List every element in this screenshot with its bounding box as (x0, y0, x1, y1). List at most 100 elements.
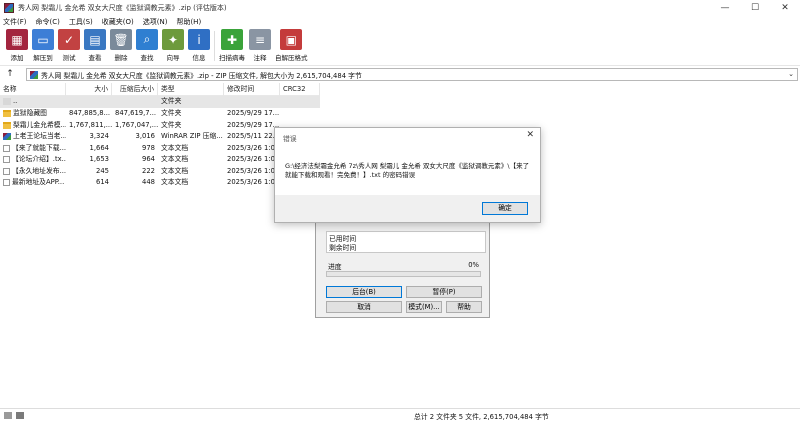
list-item[interactable]: 上老王论坛当老... 3,324 3,016 WinRAR ZIP 压缩... … (0, 131, 320, 143)
minimize-button[interactable]: — (710, 0, 740, 16)
test-button[interactable]: ✓ 测试 (58, 29, 80, 62)
error-dialog-close-icon[interactable]: ✕ (526, 130, 534, 140)
archive-icon (30, 70, 38, 79)
list-item[interactable]: 【永久地址发布... 245 222 文本文档 2025/3/26 1:0... (0, 166, 320, 178)
background-button[interactable]: 后台(B) (326, 286, 402, 298)
file-name: 梨霜儿金允希模... (13, 120, 66, 129)
menu-commands[interactable]: 命令(C) (36, 17, 60, 27)
menu-file[interactable]: 文件(F) (3, 17, 27, 27)
file-name: .. (13, 97, 18, 106)
file-name: 监狱隐藏图 (13, 109, 47, 118)
address-path-text: 秀人网 梨霜儿 金允希 双女大尺度《监狱调教元素》.zip - ZIP 压缩文件… (41, 71, 362, 80)
file-packed-size: 978 (142, 143, 155, 152)
file-name: 【永久地址发布... (12, 166, 66, 175)
column-packed-size[interactable]: 压缩后大小 (112, 83, 158, 96)
file-type: 文本文档 (161, 155, 189, 163)
file-size (66, 96, 112, 108)
progress-percent: 0% (468, 261, 479, 269)
list-item[interactable]: .. 文件夹 (0, 96, 320, 108)
error-message: G:\经济法梨霜金允希 7z\秀人网 梨霜儿 金允希 双女大尺度《监狱调教元素》… (285, 162, 530, 179)
help-button[interactable]: 帮助 (446, 301, 482, 313)
find-label: 查找 (140, 54, 154, 62)
list-item[interactable]: 梨霜儿金允希模... 1,767,811,... 1,767,047,... 文… (0, 120, 320, 132)
menu-bar: 文件(F) 命令(C) 工具(S) 收藏夹(O) 选项(N) 帮助(H) (0, 16, 800, 28)
menu-favorites[interactable]: 收藏夹(O) (102, 17, 134, 27)
close-button[interactable]: ✕ (770, 0, 800, 16)
up-folder-icon[interactable]: ↑ (3, 69, 17, 79)
pause-button[interactable]: 暂停(P) (406, 286, 482, 298)
find-button[interactable]: ⌕ 查找 (136, 29, 158, 62)
list-item[interactable]: 【论坛介绍】.tx... 1,653 964 文本文档 2025/3/26 1:… (0, 154, 320, 166)
add-archive-icon: ▦ (6, 29, 28, 50)
comment-icon: ≡ (249, 29, 271, 50)
column-size[interactable]: 大小 (66, 83, 112, 96)
info-icon: i (188, 29, 210, 50)
sfx-label: 自解压格式 (275, 54, 308, 62)
file-size: 245 (96, 166, 109, 175)
file-modified: 2025/3/26 1:0... (227, 155, 280, 163)
file-size: 1,664 (89, 143, 109, 152)
drive-icon[interactable] (4, 412, 12, 419)
delete-button[interactable]: 🗑 删除 (110, 29, 132, 62)
file-packed-size: 222 (142, 166, 155, 175)
extract-to-label: 解压到 (33, 54, 53, 62)
list-item[interactable]: 最新地址及APP... 614 448 文本文档 2025/3/26 1:0..… (0, 177, 320, 189)
list-item[interactable]: 【来了就能下载... 1,664 978 文本文档 2025/3/26 1:0.… (0, 143, 320, 155)
extraction-progress-dialog: 已用时间 剩余时间 进度 0% 后台(B) 暂停(P) 取消 模式(M)... … (315, 220, 490, 318)
winrar-app-icon (4, 3, 14, 13)
info-button[interactable]: i 信息 (188, 29, 210, 62)
file-packed-size: 847,619,7... (115, 109, 157, 117)
ok-button[interactable]: 确定 (482, 202, 528, 215)
virus-scan-button[interactable]: ✚ 扫描病毒 (219, 29, 245, 62)
extract-folder-icon: ▭ (32, 29, 54, 50)
cancel-button[interactable]: 取消 (326, 301, 402, 313)
file-name: 最新地址及APP... (12, 178, 65, 187)
error-dialog: 错误 ✕ G:\经济法梨霜金允希 7z\秀人网 梨霜儿 金允希 双女大尺度《监狱… (274, 127, 541, 223)
remaining-time-label: 剩余时间 (329, 244, 357, 252)
column-name[interactable]: 名称 (0, 83, 66, 96)
file-size: 1,767,811,... (69, 120, 112, 129)
view-button[interactable]: ▤ 查看 (84, 29, 106, 62)
comment-label: 注释 (253, 54, 267, 62)
add-label: 添加 (10, 54, 24, 62)
sfx-icon: ▣ (280, 29, 303, 50)
menu-tools[interactable]: 工具(S) (69, 17, 93, 27)
file-modified (224, 96, 280, 108)
file-modified: 2025/9/29 17... (227, 120, 280, 129)
file-type: WinRAR ZIP 压缩... (161, 132, 223, 140)
progress-bar (326, 271, 481, 277)
status-summary: 总计 2 文件夹 5 文件, 2,615,704,484 字节 (414, 413, 549, 421)
status-bar: 总计 2 文件夹 5 文件, 2,615,704,484 字节 (0, 408, 800, 422)
column-type[interactable]: 类型 (158, 83, 224, 96)
comment-button[interactable]: ≡ 注释 (249, 29, 271, 62)
file-type: 文本文档 (161, 166, 189, 175)
text-file-icon (3, 144, 10, 152)
delete-icon: 🗑 (110, 29, 132, 50)
address-path-field[interactable]: 秀人网 梨霜儿 金允希 双女大尺度《监狱调教元素》.zip - ZIP 压缩文件… (26, 68, 798, 81)
address-bar: ↑ 秀人网 梨霜儿 金允希 双女大尺度《监狱调教元素》.zip - ZIP 压缩… (0, 65, 800, 82)
folder-icon (3, 110, 11, 118)
sfx-button[interactable]: ▣ 自解压格式 (275, 29, 308, 62)
menu-help[interactable]: 帮助(H) (176, 17, 201, 27)
file-modified: 2025/3/26 1:0... (227, 178, 280, 186)
key-icon[interactable] (16, 412, 24, 419)
column-modified[interactable]: 修改时间 (224, 83, 280, 96)
find-icon: ⌕ (136, 29, 158, 50)
maximize-button[interactable]: ☐ (740, 0, 770, 16)
column-crc32[interactable]: CRC32 (280, 83, 320, 96)
file-packed-size: 448 (142, 178, 155, 186)
extract-to-button[interactable]: ▭ 解压到 (32, 29, 54, 62)
file-type: 文件夹 (161, 97, 182, 105)
list-item[interactable]: 监狱隐藏图 847,885,8... 847,619,7... 文件夹 2025… (0, 108, 320, 120)
delete-label: 删除 (114, 54, 128, 62)
mode-button[interactable]: 模式(M)... (406, 301, 442, 313)
toolbar-separator (214, 31, 215, 61)
window-title: 秀人网 梨霜儿 金允希 双女大尺度《监狱调教元素》.zip (评估版本) (18, 4, 227, 12)
info-label: 信息 (192, 54, 206, 62)
chevron-down-icon[interactable]: ⌄ (788, 70, 794, 78)
text-file-icon (3, 179, 10, 187)
menu-options[interactable]: 选项(N) (143, 17, 168, 27)
wizard-button[interactable]: ✦ 向导 (162, 29, 184, 62)
file-packed-size (112, 96, 158, 108)
add-button[interactable]: ▦ 添加 (6, 29, 28, 62)
